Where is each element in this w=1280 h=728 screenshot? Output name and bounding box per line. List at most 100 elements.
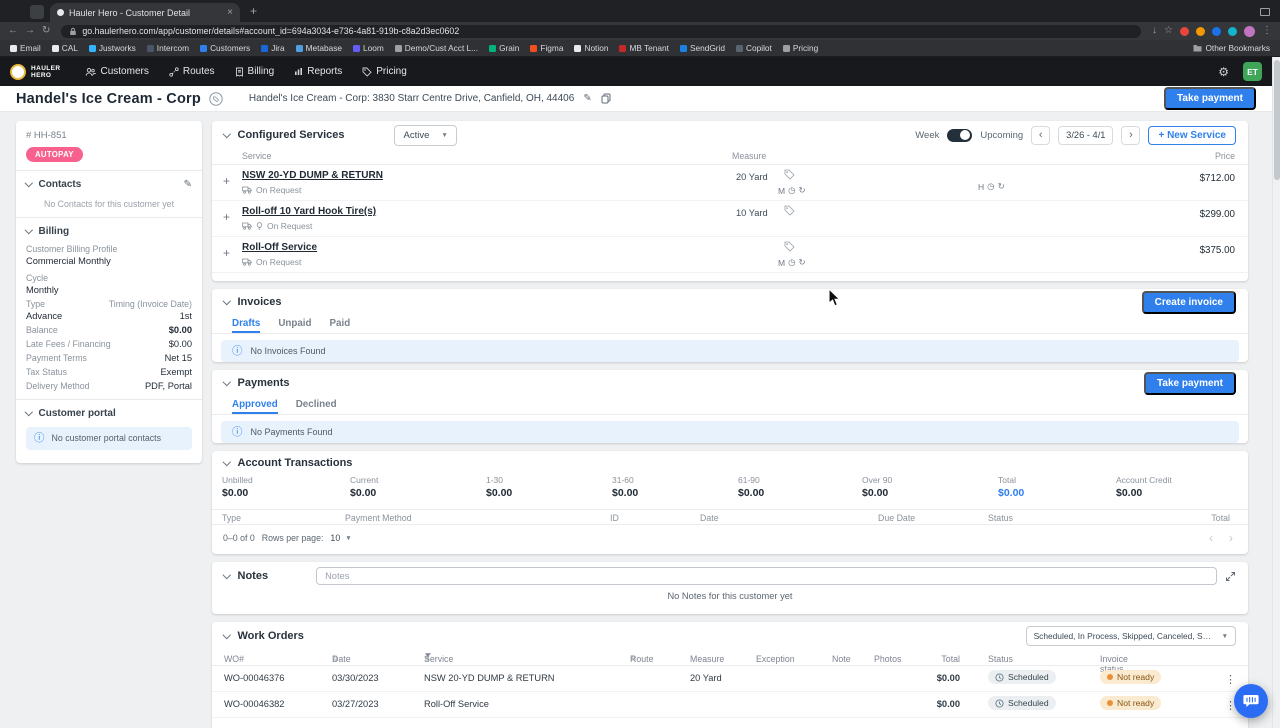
- extension-icon[interactable]: [1228, 26, 1237, 36]
- other-bookmarks-button[interactable]: Other Bookmarks: [1193, 43, 1270, 53]
- collapse-chevron-icon[interactable]: [222, 296, 231, 305]
- previous-page-button[interactable]: ‹: [1209, 531, 1213, 545]
- service-status-filter-select[interactable]: Active ▼: [394, 124, 457, 146]
- autopay-badge: AUTOPAY: [26, 147, 83, 162]
- reload-icon[interactable]: ↻: [42, 26, 50, 36]
- tab-declined[interactable]: Declined: [296, 396, 337, 414]
- bookmark-item[interactable]: CAL: [51, 43, 78, 53]
- expand-row-button[interactable]: +: [223, 247, 230, 259]
- column-header-sortable[interactable]: Service ⇅: [424, 652, 453, 664]
- tag-icon[interactable]: [784, 169, 795, 180]
- bookmark-item[interactable]: Email: [10, 43, 41, 53]
- collapse-chevron-icon[interactable]: [222, 457, 231, 466]
- bookmark-item[interactable]: Copilot: [736, 43, 772, 53]
- bookmark-item[interactable]: Loom: [353, 43, 384, 53]
- create-invoice-button[interactable]: Create invoice: [1141, 290, 1236, 314]
- bookmark-item[interactable]: Justworks: [88, 43, 136, 53]
- bookmark-star-icon[interactable]: ☆: [1164, 26, 1173, 36]
- work-order-status-filter-select[interactable]: Scheduled, In Process, Skipped, Canceled…: [1025, 626, 1236, 646]
- bookmark-item[interactable]: Demo/Cust Acct L...: [394, 43, 478, 53]
- customer-tags-icon[interactable]: [209, 91, 223, 106]
- bookmark-item[interactable]: Figma: [530, 43, 563, 53]
- mouse-cursor: [828, 287, 842, 310]
- bookmark-item[interactable]: Customers: [200, 43, 250, 53]
- bookmark-item[interactable]: Jira: [261, 43, 285, 53]
- row-menu-icon[interactable]: ⋮: [1225, 673, 1236, 686]
- browser-profile-avatar[interactable]: [1244, 25, 1255, 37]
- edit-contacts-icon[interactable]: ✎: [184, 179, 192, 190]
- window-controls-icon[interactable]: [1260, 8, 1270, 16]
- rows-per-page-select[interactable]: 10 ▼: [330, 533, 351, 543]
- expand-row-button[interactable]: +: [223, 175, 230, 187]
- service-name-link[interactable]: Roll-off 10 Yard Hook Tire(s): [242, 206, 376, 217]
- take-payment-button[interactable]: Take payment: [1164, 87, 1256, 110]
- tag-icon[interactable]: [784, 241, 795, 252]
- measure-column-header: Measure: [732, 151, 767, 161]
- invoice-status-badge: Not ready: [1100, 670, 1162, 684]
- expand-notes-icon[interactable]: [1225, 571, 1236, 582]
- routes-icon: [169, 66, 179, 77]
- nav-item-routes[interactable]: Routes: [160, 57, 224, 86]
- service-name-link[interactable]: Roll-Off Service: [242, 242, 317, 253]
- new-service-button[interactable]: + New Service: [1148, 125, 1236, 145]
- bookmark-item[interactable]: SendGrid: [679, 43, 725, 53]
- collapse-chevron-icon[interactable]: [222, 129, 231, 138]
- new-tab-button[interactable]: +: [250, 4, 257, 18]
- bookmark-item[interactable]: Metabase: [295, 43, 342, 53]
- browser-menu-icon[interactable]: ⋮: [1262, 26, 1272, 36]
- notes-input[interactable]: [316, 567, 1217, 585]
- user-avatar[interactable]: ET: [1243, 62, 1262, 81]
- nav-item-pricing[interactable]: Pricing: [353, 57, 416, 86]
- nav-item-customers[interactable]: Customers: [76, 57, 157, 86]
- location-selector[interactable]: Handel's Ice Cream - Corp: 3830 Starr Ce…: [249, 93, 611, 104]
- extension-icon[interactable]: [1212, 26, 1221, 36]
- url-bar[interactable]: go.haulerhero.com/app/customer/details#a…: [61, 24, 1142, 38]
- customer-portal-section-header[interactable]: Customer portal: [24, 408, 192, 419]
- download-icon[interactable]: ↓: [1152, 26, 1157, 36]
- copy-icon[interactable]: [601, 93, 611, 104]
- bookmark-item[interactable]: Notion: [574, 43, 608, 53]
- tab-unpaid[interactable]: Unpaid: [278, 315, 311, 333]
- pinned-tab-icon[interactable]: [30, 5, 44, 19]
- edit-location-icon[interactable]: ✎: [583, 93, 591, 104]
- nav-item-reports[interactable]: Reports: [285, 57, 351, 86]
- next-page-button[interactable]: ›: [1229, 531, 1233, 545]
- service-name-link[interactable]: NSW 20-YD DUMP & RETURN: [242, 170, 383, 181]
- tab-drafts[interactable]: Drafts: [232, 315, 261, 333]
- column-header: Total: [1211, 513, 1230, 523]
- billing-section-header[interactable]: Billing: [24, 226, 192, 237]
- collapse-chevron-icon[interactable]: [222, 630, 231, 639]
- bookmark-item[interactable]: MB Tenant: [619, 43, 669, 53]
- payments-card: Payments Take payment Approved Declined …: [212, 370, 1248, 443]
- page-scrollbar[interactable]: [1272, 57, 1280, 728]
- hauler-hero-logo[interactable]: HAULER HERO: [10, 63, 60, 80]
- extension-icon[interactable]: [1180, 26, 1189, 36]
- bookmark-favicon-icon: [782, 44, 790, 52]
- tab-approved[interactable]: Approved: [232, 396, 278, 414]
- week-upcoming-toggle[interactable]: [947, 128, 973, 142]
- intercom-chat-button[interactable]: [1234, 684, 1268, 718]
- browser-tab[interactable]: Hauler Hero - Customer Detail ×: [50, 3, 240, 22]
- tab-paid[interactable]: Paid: [330, 315, 351, 333]
- forward-icon[interactable]: →: [25, 26, 35, 36]
- extension-icon[interactable]: [1196, 26, 1205, 36]
- tab-close-icon[interactable]: ×: [227, 7, 233, 18]
- billing-row: Tax Status Exempt: [26, 367, 192, 377]
- next-week-button[interactable]: ›: [1121, 125, 1141, 145]
- contacts-section-header[interactable]: Contacts ✎: [24, 179, 192, 190]
- collapse-chevron-icon[interactable]: [222, 570, 231, 579]
- bookmark-item[interactable]: Grain: [489, 43, 519, 53]
- back-icon[interactable]: ←: [8, 26, 18, 36]
- settings-gear-icon[interactable]: ⚙: [1218, 66, 1229, 78]
- take-payment-button[interactable]: Take payment: [1144, 371, 1236, 395]
- scrollbar-thumb[interactable]: [1274, 60, 1280, 180]
- expand-row-button[interactable]: +: [223, 211, 230, 223]
- week-controls: Week Upcoming ‹ 3/26 - 4/1 › + New Servi…: [915, 125, 1236, 145]
- collapse-chevron-icon[interactable]: [222, 377, 231, 386]
- previous-week-button[interactable]: ‹: [1031, 125, 1051, 145]
- bookmark-item[interactable]: Intercom: [146, 43, 189, 53]
- bookmark-item[interactable]: Pricing: [782, 43, 818, 53]
- tag-icon[interactable]: [784, 205, 795, 216]
- summary-item: 1-30 $0.00: [486, 475, 513, 499]
- nav-item-billing[interactable]: Billing: [226, 57, 284, 86]
